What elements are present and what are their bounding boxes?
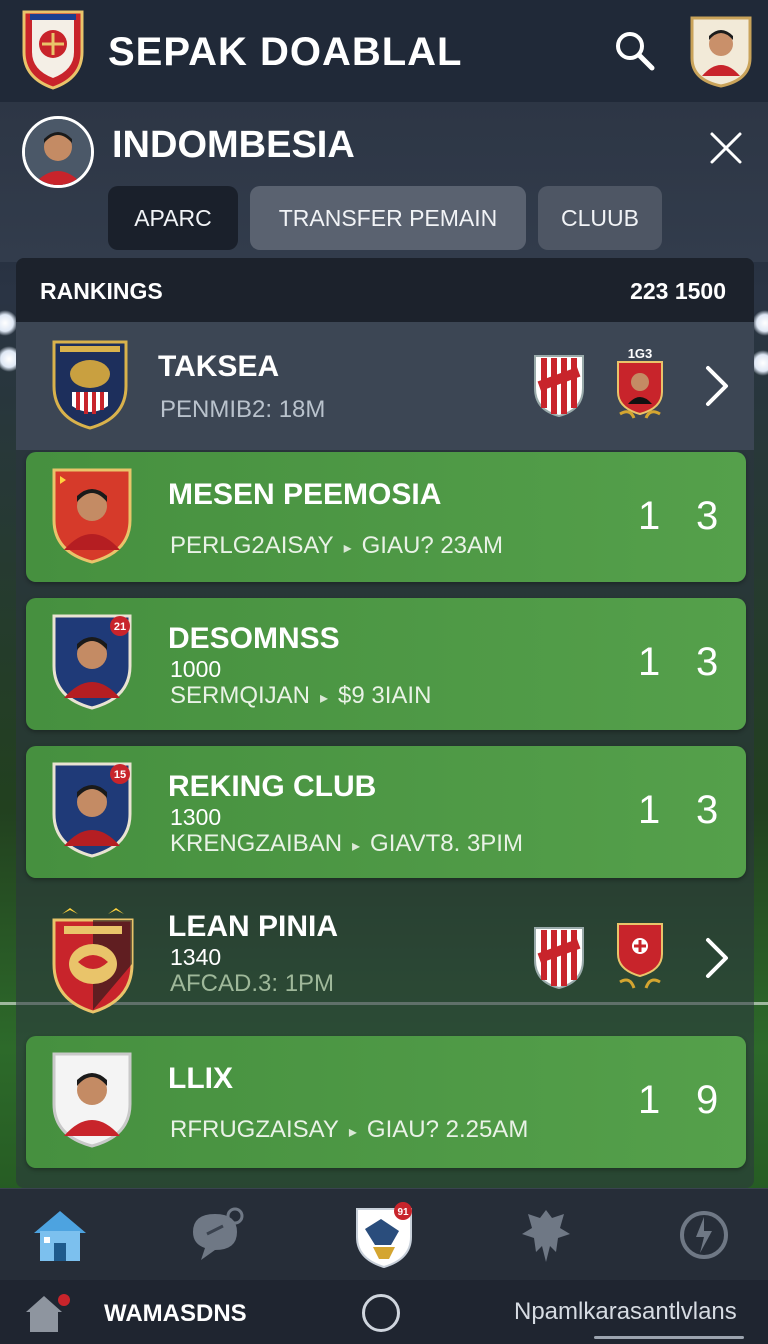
club-crest-icon bbox=[52, 340, 128, 430]
country-header: INDOMBESIA APARC TRANSFER PEMAIN CLUUB bbox=[0, 102, 768, 262]
close-icon bbox=[710, 132, 742, 164]
chat-icon bbox=[193, 1207, 244, 1260]
ranking-row-taksea[interactable]: TAKSEA PENMIB2: 18M 1G3 bbox=[16, 322, 754, 450]
tab-transfer-pemain[interactable]: TRANSFER PEMAIN bbox=[250, 186, 526, 250]
nav-eagle[interactable] bbox=[512, 1201, 580, 1269]
gesture-bar[interactable] bbox=[594, 1336, 744, 1339]
nav-club[interactable]: 91 bbox=[350, 1201, 418, 1269]
club-crest-icon bbox=[52, 908, 134, 1014]
player-shield-icon bbox=[617, 923, 663, 989]
system-right-label: Npamlkarasantlvlans bbox=[514, 1298, 737, 1325]
row-name: TAKSEA bbox=[158, 350, 280, 383]
player-badge-number: 15 bbox=[114, 769, 126, 781]
row-name: LLIX bbox=[168, 1062, 233, 1095]
close-button[interactable] bbox=[700, 122, 752, 174]
score-away: 3 bbox=[696, 494, 719, 538]
club-badge-icon: 91 bbox=[356, 1202, 412, 1269]
score-home: 1 bbox=[638, 640, 661, 684]
chevron-right-icon[interactable] bbox=[698, 362, 734, 410]
club-shield-icon bbox=[534, 355, 584, 418]
home-icon bbox=[34, 1211, 86, 1261]
score-away: 3 bbox=[696, 640, 719, 684]
home-icon[interactable] bbox=[22, 1292, 70, 1334]
row-detail: PERLG2AISAY ▸ GIAU? 23AM bbox=[170, 532, 504, 559]
club-shield-icon bbox=[534, 927, 584, 990]
row-sub: 1300 bbox=[170, 804, 222, 830]
player-avatar bbox=[52, 468, 132, 564]
search-icon bbox=[616, 32, 655, 71]
tab-cluub[interactable]: CLUUB bbox=[538, 186, 662, 250]
ranking-row-reking-club[interactable]: 15 REKING CLUB 1300 KRENGZAIBAN ▸ GIAVT8. … bbox=[26, 746, 746, 878]
nav-home[interactable] bbox=[26, 1201, 94, 1269]
row-detail: KRENGZAIBAN ▸ GIAVT8. 3PIM bbox=[170, 830, 523, 857]
rankings-title: RANKINGS bbox=[40, 278, 163, 304]
player-badge-number: 21 bbox=[114, 621, 126, 633]
search-button[interactable] bbox=[606, 22, 662, 78]
row-detail: PENMIB2: 18M bbox=[160, 396, 326, 423]
country-title: INDOMBESIA bbox=[112, 124, 355, 166]
score-away: 9 bbox=[696, 1078, 719, 1122]
chevron-right-icon[interactable] bbox=[698, 934, 734, 982]
nav-history[interactable] bbox=[670, 1201, 738, 1269]
player-avatar: 21 bbox=[52, 614, 132, 710]
ranking-row-lean-pinia[interactable]: LEAN PINIA 1340 AFCAD.3: 1PM bbox=[26, 890, 746, 1030]
top-app-bar: SEPAK DOABLAL bbox=[0, 0, 768, 102]
federation-crest-icon[interactable] bbox=[20, 6, 86, 90]
profile-avatar[interactable] bbox=[690, 14, 752, 88]
score-home: 1 bbox=[638, 1078, 661, 1122]
player-avatar bbox=[52, 1052, 132, 1148]
home-gesture-button[interactable] bbox=[362, 1294, 400, 1332]
rankings-panel: RANKINGS 223 1500 TAKSEA PENMIB2: 18M 1G… bbox=[16, 258, 754, 1188]
score-home: 1 bbox=[638, 494, 661, 538]
ranking-row-desomnss[interactable]: 21 DESOMNSS 1000 SERMQIJAN ▸ $9 3IAIN 1 3 bbox=[26, 598, 746, 730]
ranking-row-mesen-peemosia[interactable]: MESEN PEEMOSIA PERLG2AISAY ▸ GIAU? 23AM 1 … bbox=[26, 452, 746, 582]
app-title: SEPAK DOABLAL bbox=[108, 30, 463, 74]
row-name: MESEN PEEMOSIA bbox=[168, 478, 442, 511]
row-sub: 1000 bbox=[170, 656, 222, 682]
country-player-avatar bbox=[22, 116, 94, 188]
row-detail: SERMQIJAN ▸ $9 3IAIN bbox=[170, 682, 432, 709]
player-avatar: 15 bbox=[52, 762, 132, 858]
ranking-row-llix[interactable]: LLIX RFRUGZAISAY ▸ GIAU? 2.25AM 1 9 bbox=[26, 1036, 746, 1168]
shield-label: 1G3 bbox=[628, 346, 653, 361]
row-name: LEAN PINIA bbox=[168, 910, 339, 943]
score-away: 3 bbox=[696, 788, 719, 832]
system-bar: WAMASDNS Npamlkarasantlvlans bbox=[0, 1280, 768, 1344]
row-name: DESOMNSS bbox=[168, 622, 340, 655]
score-home: 1 bbox=[638, 788, 661, 832]
bottom-navigation: 91 bbox=[0, 1188, 768, 1280]
player-shield-icon: 1G3 bbox=[617, 346, 663, 419]
rankings-header: RANKINGS 223 1500 bbox=[16, 258, 754, 322]
tab-bar: APARC TRANSFER PEMAIN CLUUB bbox=[108, 186, 662, 250]
tab-aparc[interactable]: APARC bbox=[108, 186, 238, 250]
nav-chat[interactable] bbox=[182, 1201, 250, 1269]
club-badge-count: 91 bbox=[397, 1207, 409, 1218]
history-icon bbox=[680, 1211, 728, 1259]
system-label: WAMASDNS bbox=[104, 1300, 247, 1327]
row-sub: 1340 bbox=[170, 944, 222, 970]
row-detail: AFCAD.3: 1PM bbox=[170, 970, 335, 997]
eagle-icon bbox=[522, 1210, 570, 1262]
row-name: REKING CLUB bbox=[168, 770, 377, 803]
rankings-count: 223 1500 bbox=[630, 278, 726, 304]
row-detail: RFRUGZAISAY ▸ GIAU? 2.25AM bbox=[170, 1116, 529, 1143]
